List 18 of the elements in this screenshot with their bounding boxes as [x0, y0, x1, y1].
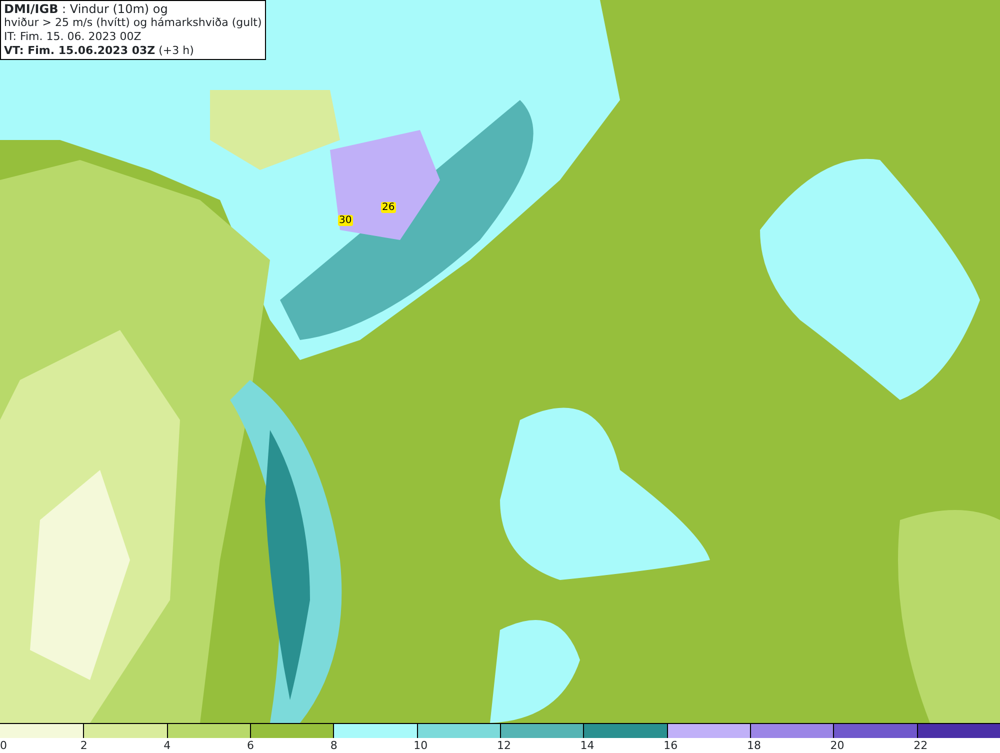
legend-label: 2 — [80, 738, 88, 753]
info-line: hviður > 25 m/s (hvítt) og hámarkshviða (gult) — [4, 16, 262, 30]
legend-label: 0 — [0, 738, 7, 753]
legend-label: 8 — [330, 738, 338, 753]
map-title: DMI/IGB : Vindur (10m) og — [4, 2, 169, 16]
gust-label: 26 — [381, 202, 396, 213]
gust-label: 30 — [338, 215, 353, 226]
legend-label: 16 — [664, 738, 678, 753]
legend-label: 14 — [580, 738, 594, 753]
legend-label: 18 — [746, 738, 761, 753]
legend-label: 22 — [914, 738, 928, 753]
legend-label: 6 — [246, 738, 254, 753]
info-line: VT: Fim. 15.06.2023 03Z (+3 h) — [4, 44, 195, 58]
legend-label: 4 — [164, 738, 171, 753]
legend-label: 20 — [830, 738, 844, 753]
info-line: IT: Fim. 15. 06. 2023 00Z — [4, 30, 142, 44]
legend-label: 12 — [496, 738, 511, 753]
legend-label: 10 — [414, 738, 428, 753]
